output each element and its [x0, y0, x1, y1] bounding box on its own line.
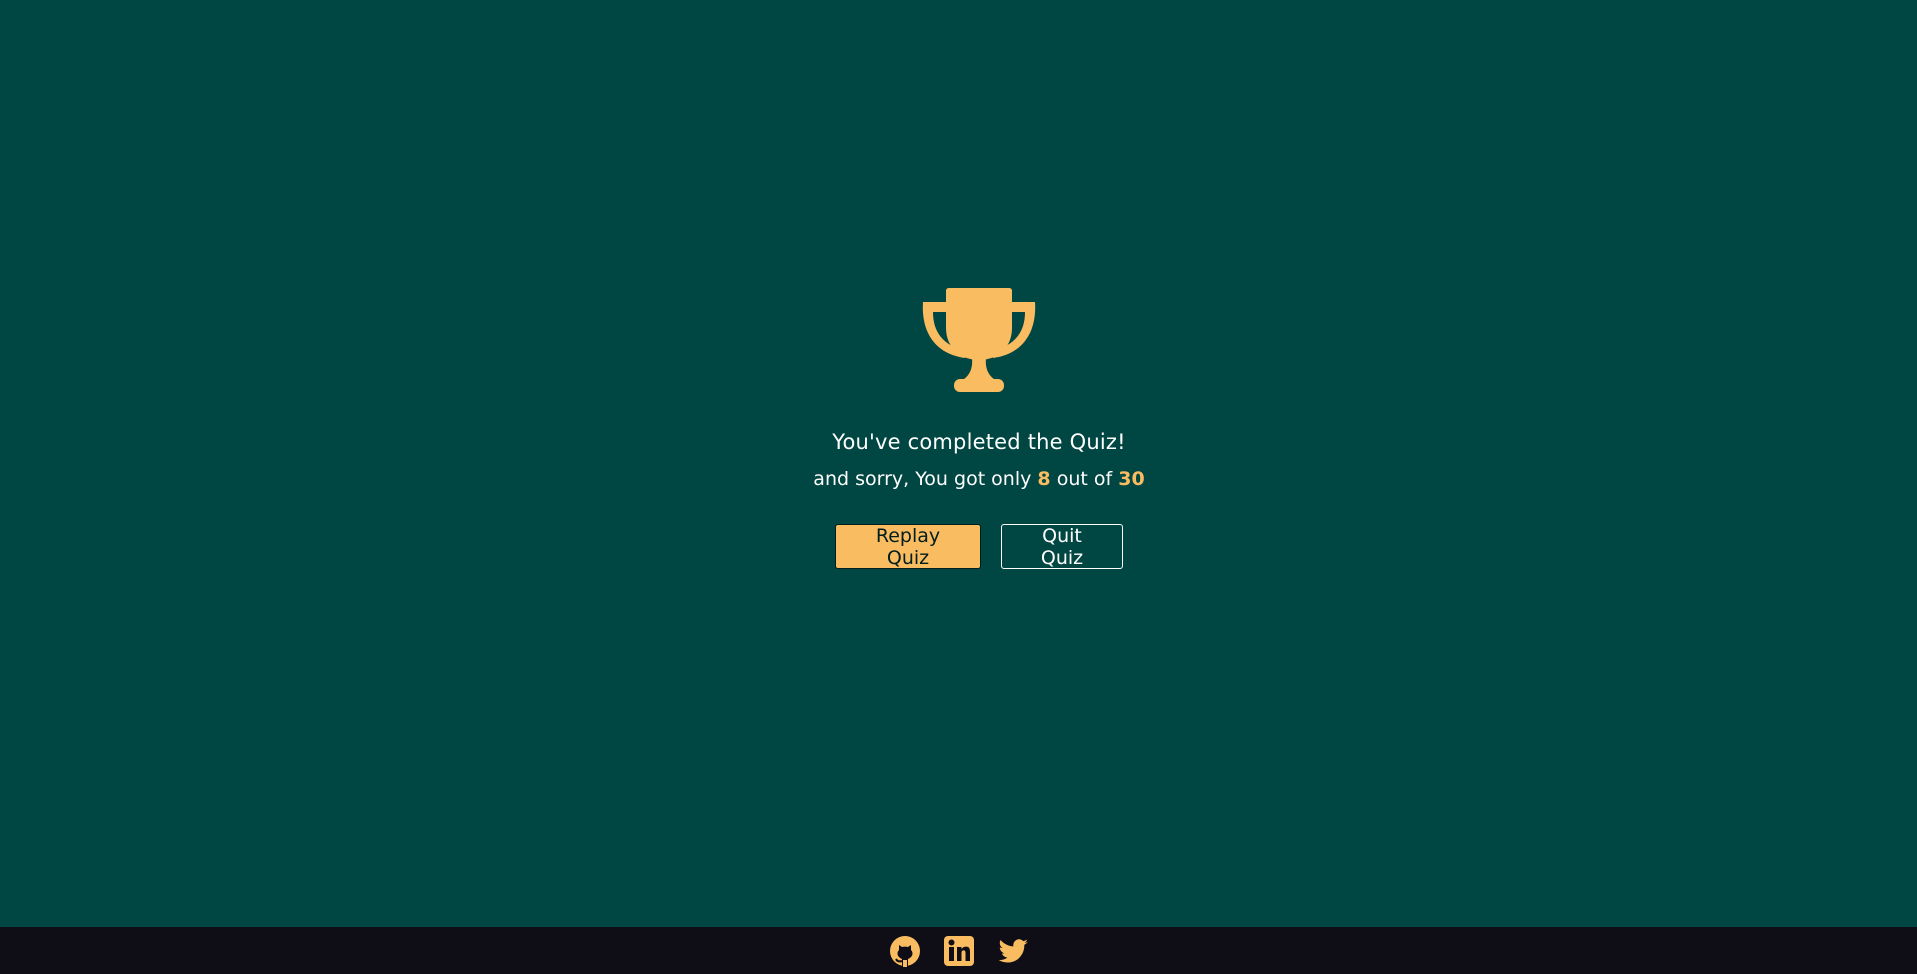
result-panel: You've completed the Quiz! and sorry, Yo… — [0, 288, 1917, 569]
score-value: 8 — [1037, 468, 1051, 490]
trophy-icon — [922, 288, 1036, 392]
score-message-prefix: and sorry, You got only — [813, 468, 1032, 490]
completion-heading: You've completed the Quiz! — [832, 430, 1126, 454]
score-message-middle: out of — [1056, 468, 1113, 490]
footer — [0, 927, 1917, 974]
github-icon[interactable] — [889, 935, 921, 967]
replay-quiz-button[interactable]: Replay Quiz — [835, 524, 981, 569]
score-message: and sorry, You got only 8 out of 30 — [813, 466, 1144, 492]
result-actions: Replay Quiz Quit Quiz — [835, 524, 1123, 569]
linkedin-icon[interactable] — [943, 935, 975, 967]
quiz-result-page: You've completed the Quiz! and sorry, Yo… — [0, 0, 1917, 974]
twitter-icon[interactable] — [997, 935, 1029, 967]
total-value: 30 — [1118, 468, 1145, 490]
quit-quiz-button[interactable]: Quit Quiz — [1001, 524, 1123, 569]
